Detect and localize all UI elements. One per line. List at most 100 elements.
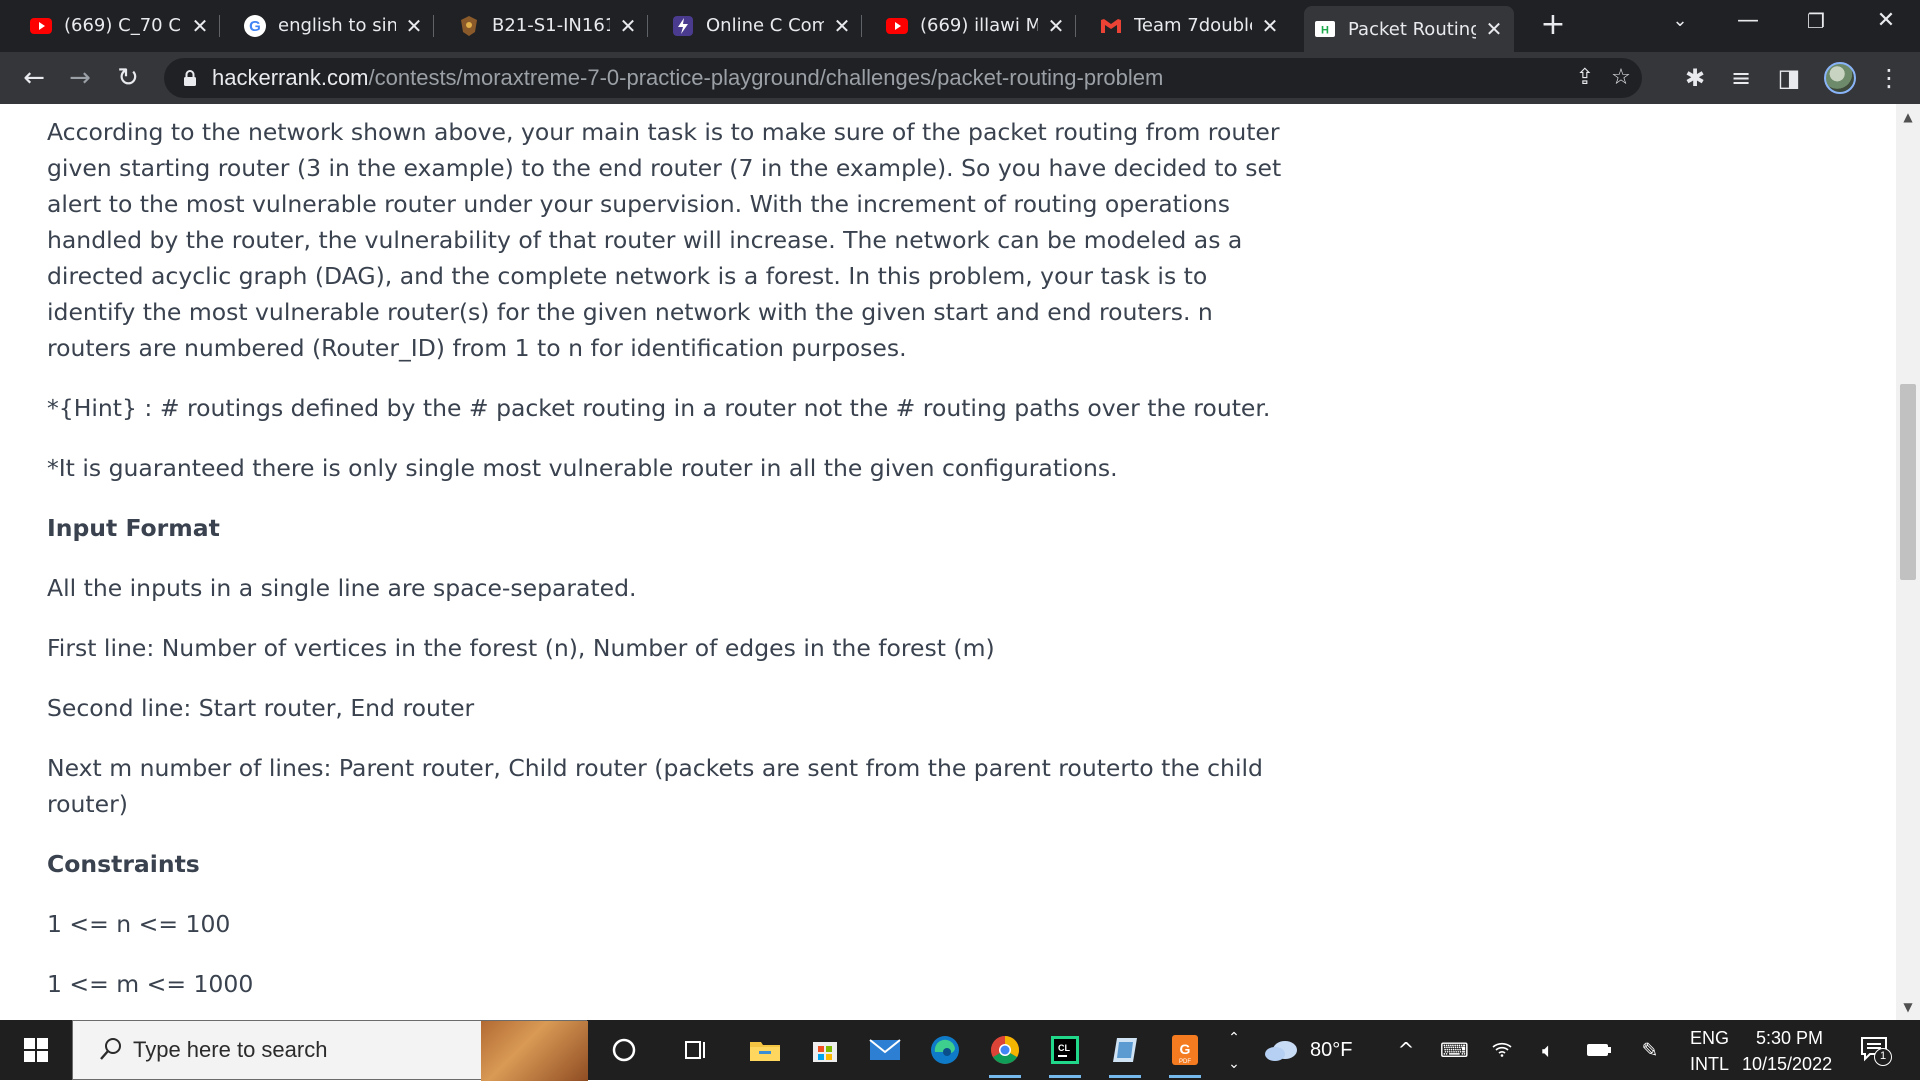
wifi-icon[interactable] — [1490, 1038, 1514, 1062]
input-format-heading: Input Format — [47, 514, 220, 542]
chrome-icon[interactable] — [985, 1030, 1025, 1078]
problem-description: According to the network shown above, yo… — [47, 118, 1282, 362]
pen-icon[interactable]: ✎ — [1638, 1038, 1662, 1062]
gmail-icon — [1100, 15, 1122, 37]
cortana-icon[interactable] — [604, 1030, 644, 1070]
clock-time[interactable]: 5:30 PM — [1756, 1028, 1823, 1049]
url-path: /contests/moraxtreme-7-0-practice-playgr… — [368, 65, 1164, 90]
tab-online-compiler[interactable]: Online C Comp ✕ — [662, 9, 862, 42]
scroll-thumb[interactable] — [1900, 384, 1916, 580]
tab-title: (669) C_70 C Pr — [64, 15, 182, 36]
close-icon[interactable]: ✕ — [618, 16, 638, 36]
scroll-up-arrow-icon[interactable]: ▲ — [1896, 110, 1920, 124]
windows-taskbar: Type here to search CL G PDF ⌃ ⌄ 80°F ^ ⌨… — [0, 1020, 1920, 1081]
svg-text:G: G — [249, 18, 261, 35]
tab-title: Packet Routing — [1348, 18, 1476, 40]
tab-separator — [861, 15, 862, 37]
file-explorer-icon[interactable] — [745, 1030, 785, 1070]
input-format-line: All the inputs in a single line are spac… — [47, 574, 637, 602]
minimize-icon[interactable]: — — [1720, 0, 1776, 42]
page-scrollbar[interactable]: ▲ ▼ — [1896, 104, 1920, 1020]
search-placeholder: Type here to search — [133, 1037, 328, 1062]
window-close-icon[interactable]: ✕ — [1858, 0, 1914, 42]
svg-text:G: G — [1180, 1041, 1191, 1057]
weather-temperature[interactable]: 80°F — [1310, 1039, 1352, 1062]
svg-text:PDF: PDF — [1179, 1059, 1191, 1065]
scroll-down-arrow-icon[interactable]: ▼ — [1896, 1000, 1920, 1014]
notification-center-icon[interactable]: 1 — [1858, 1036, 1892, 1066]
tab-separator — [433, 15, 434, 37]
taskbar-scroll-up-icon[interactable]: ⌃ — [1222, 1026, 1246, 1050]
tab-title: Online C Comp — [706, 15, 824, 36]
volume-icon[interactable]: 🔈︎ — [1536, 1038, 1560, 1062]
close-icon[interactable]: ✕ — [832, 16, 852, 36]
notepad-icon[interactable] — [1105, 1030, 1145, 1078]
show-hidden-icons-chevron-icon[interactable]: ^ — [1394, 1038, 1418, 1062]
hint-text: *{Hint} : # routings defined by the # pa… — [47, 394, 1271, 422]
restore-icon[interactable]: ❐ — [1788, 0, 1844, 42]
new-tab-button[interactable]: + — [1535, 8, 1571, 44]
taskbar-search-box[interactable]: Type here to search — [72, 1020, 588, 1081]
close-icon[interactable]: ✕ — [1260, 16, 1280, 36]
edge-icon[interactable] — [925, 1030, 965, 1070]
share-icon[interactable]: ⇪ — [1574, 67, 1596, 89]
input-language[interactable]: ENG — [1690, 1028, 1729, 1049]
youtube-icon — [886, 15, 908, 37]
bookmark-star-icon[interactable]: ☆ — [1610, 67, 1632, 89]
input-format-line: First line: Number of vertices in the fo… — [47, 634, 995, 662]
close-icon[interactable]: ✕ — [190, 16, 210, 36]
tab-title: english to sinha — [278, 15, 396, 36]
url-text[interactable]: hackerrank.com/contests/moraxtreme-7-0-p… — [212, 65, 1163, 91]
tab-separator — [219, 15, 220, 37]
tab-separator — [1075, 15, 1076, 37]
close-icon[interactable]: ✕ — [1484, 19, 1504, 39]
taskbar-scroll-down-icon[interactable]: ⌄ — [1222, 1052, 1246, 1076]
more-menu-icon[interactable]: ⋮ — [1876, 65, 1902, 91]
tab-separator — [647, 15, 648, 37]
close-icon[interactable]: ✕ — [1046, 16, 1066, 36]
tab-search-chevron-icon[interactable]: ⌄ — [1652, 0, 1708, 42]
svg-text:H: H — [1321, 25, 1329, 37]
extensions-puzzle-icon[interactable]: ✱ — [1682, 65, 1708, 91]
google-icon: G — [244, 14, 266, 37]
tab-gmail[interactable]: Team 7double ✕ — [1090, 9, 1290, 42]
weather-cloud-icon[interactable] — [1262, 1030, 1302, 1070]
close-icon[interactable]: ✕ — [404, 16, 424, 36]
tab-title: B21-S1-IN1611 — [492, 15, 610, 36]
input-format-line: Next m number of lines: Parent router, C… — [47, 754, 1263, 818]
input-format-line: Second line: Start router, End router — [47, 694, 475, 722]
touch-keyboard-icon[interactable]: ⌨ — [1440, 1038, 1469, 1062]
address-bar[interactable]: hackerrank.com/contests/moraxtreme-7-0-p… — [164, 58, 1642, 98]
hackerrank-icon: H — [1314, 18, 1336, 40]
search-icon — [100, 1038, 121, 1060]
pdf-editor-icon[interactable]: G PDF — [1165, 1030, 1205, 1078]
clock-date[interactable]: 10/15/2022 — [1742, 1054, 1832, 1075]
tab-strip: (669) C_70 C Pr ✕ G english to sinha ✕ B… — [0, 0, 1920, 52]
tab-youtube-illawi[interactable]: (669) illawi Me ✕ — [876, 9, 1076, 42]
microsoft-store-icon[interactable] — [805, 1030, 845, 1070]
side-panel-icon[interactable]: ◨ — [1776, 65, 1802, 91]
tab-title: Team 7double — [1134, 15, 1252, 36]
tab-google[interactable]: G english to sinha ✕ — [234, 9, 434, 42]
tab-title: (669) illawi Me — [920, 15, 1038, 36]
tab-youtube-c[interactable]: (669) C_70 C Pr ✕ — [20, 9, 220, 42]
lock-icon[interactable] — [180, 68, 200, 88]
input-language-layout[interactable]: INTL — [1690, 1054, 1729, 1075]
windows-start-icon[interactable] — [0, 1020, 72, 1080]
browser-toolbar: ← → ↻ hackerrank.com/contests/moraxtreme… — [0, 52, 1920, 104]
battery-icon[interactable] — [1586, 1038, 1611, 1062]
profile-avatar[interactable] — [1824, 62, 1856, 94]
reload-icon[interactable]: ↻ — [110, 60, 146, 96]
youtube-icon — [30, 15, 52, 37]
task-view-icon[interactable] — [676, 1030, 716, 1070]
tab-packet-routing[interactable]: H Packet Routing ✕ — [1304, 6, 1514, 52]
mail-icon[interactable] — [865, 1030, 905, 1070]
clion-icon[interactable]: CL — [1045, 1030, 1085, 1078]
back-arrow-icon[interactable]: ← — [16, 60, 52, 96]
url-host: hackerrank.com — [212, 65, 369, 90]
tab-university[interactable]: B21-S1-IN1611 ✕ — [448, 9, 648, 42]
search-highlight-image[interactable] — [481, 1021, 588, 1081]
reading-list-icon[interactable]: ≡ — [1728, 65, 1754, 91]
forward-arrow-icon[interactable]: → — [62, 60, 98, 96]
university-crest-icon — [458, 15, 480, 37]
